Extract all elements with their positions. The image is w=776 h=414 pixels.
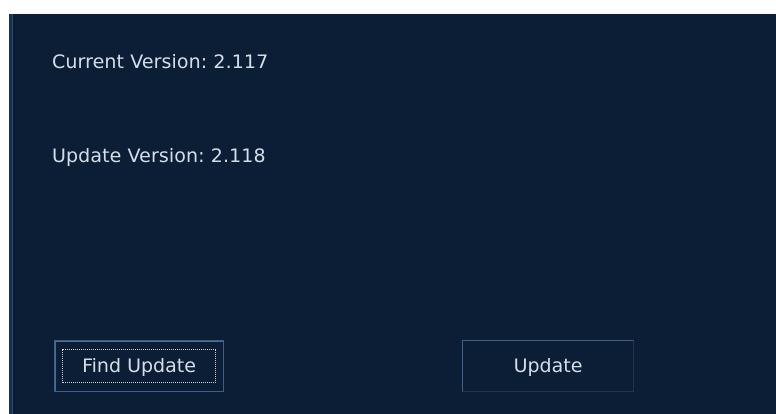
update-button-label: Update — [513, 355, 583, 377]
panel-left-edge — [9, 14, 13, 414]
update-button[interactable]: Update — [462, 340, 634, 392]
update-version-label: Update Version: 2.118 — [52, 145, 266, 167]
find-update-button-label: Find Update — [82, 355, 196, 377]
find-update-button[interactable]: Find Update — [54, 340, 224, 392]
window-top-strip — [0, 0, 776, 14]
current-version-label: Current Version: 2.117 — [52, 51, 269, 73]
window-left-strip — [0, 0, 9, 414]
